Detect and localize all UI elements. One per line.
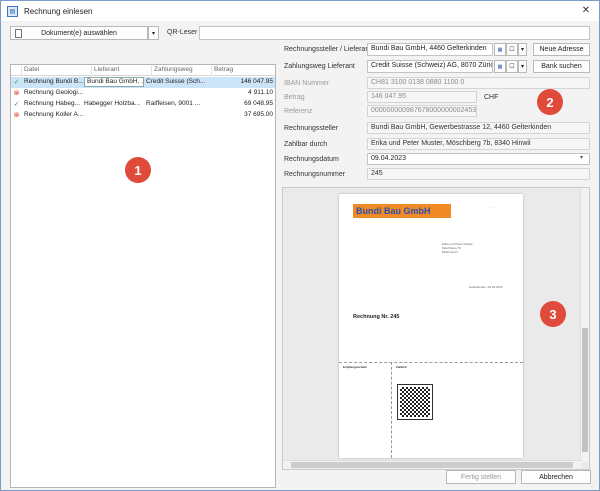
- perforation-line: [339, 362, 523, 363]
- issuer-dropdown[interactable]: ▾: [518, 43, 527, 56]
- qr-icon-button[interactable]: ▦: [494, 43, 506, 56]
- invoice-title: Rechnung Nr. 245: [353, 314, 400, 320]
- finish-button[interactable]: Fertig stellen: [446, 470, 516, 484]
- qr-icon: ▦: [497, 46, 503, 53]
- scroll-thumb[interactable]: [291, 462, 573, 468]
- currency-label: CHF: [484, 94, 499, 101]
- table-row[interactable]: ⊗ Rechnung Geologi... 4 911.10: [11, 88, 275, 99]
- preview-horizontal-scrollbar[interactable]: [283, 460, 582, 469]
- invoice-page: Bundi Bau GmbH · · · · · Erika und Peter…: [339, 194, 523, 458]
- row-amount: 69 048.95: [244, 100, 273, 107]
- callout-badge-2: 2: [537, 89, 563, 115]
- qr-pattern: [400, 387, 430, 417]
- row-supplier: Bundi Bau GmbH, ...: [84, 77, 144, 87]
- select-documents-dropdown[interactable]: ▾: [148, 26, 159, 40]
- company-logo: Bundi Bau GmbH: [353, 204, 451, 218]
- reference-field: 000000000987678000000002453: [367, 105, 477, 117]
- row-amount: 4 911.10: [248, 89, 273, 96]
- select-documents-button[interactable]: Dokument(e) auswählen: [10, 26, 148, 40]
- row-supplier: Habegger Holzba...: [84, 100, 141, 107]
- new-address-button[interactable]: Neue Adresse: [533, 43, 590, 56]
- contact-icon-button[interactable]: ☐: [506, 60, 518, 73]
- reference-label: Referenz: [284, 108, 313, 115]
- row-payment: Credit Suisse (Sch...: [146, 78, 206, 85]
- amount-field: 146 047.95: [367, 91, 477, 103]
- callout-badge-3: 3: [540, 301, 566, 327]
- bank-search-button[interactable]: Bank suchen: [533, 60, 590, 73]
- invoice-file-list: Datei Lieferant Zahlungsweg Betrag ✓ Rec…: [10, 64, 276, 488]
- row-file: Rechnung Bundi B...: [24, 78, 84, 85]
- resize-grip-icon[interactable]: ⋰: [591, 481, 597, 488]
- error-icon: ⊗: [13, 90, 20, 97]
- payment-route-field[interactable]: Credit Suisse (Schweiz) AG, 8070 Zürich: [367, 60, 493, 73]
- invoice-date-line: Gelterkinden, 09.04.2023: [469, 285, 503, 289]
- document-preview[interactable]: Bundi Bau GmbH · · · · · Erika und Peter…: [282, 187, 590, 470]
- list-header: Datei Lieferant Zahlungsweg Betrag: [11, 65, 275, 76]
- select-documents-label: Dokument(e) auswählen: [41, 29, 117, 37]
- iban-label: IBAN Nummer: [284, 80, 330, 87]
- row-payment: Raiffeisen, 9001 ...: [146, 100, 201, 107]
- contact-card-icon: ☐: [509, 47, 515, 53]
- scroll-thumb[interactable]: [582, 328, 588, 452]
- payment-route-dropdown[interactable]: ▾: [518, 60, 527, 73]
- invoice-number-field: 245: [367, 168, 590, 180]
- calendar-dropdown-icon[interactable]: ▾: [580, 154, 583, 161]
- invoice-number-label: Rechnungsnummer: [284, 171, 346, 178]
- chevron-down-icon: ▾: [151, 30, 155, 37]
- title-bar: ▤ Rechnung einlesen ✕: [1, 1, 599, 21]
- payment-route-label: Zahlungsweg Lieferant: [284, 63, 355, 70]
- issuer-address-field: Bundi Bau GmbH, Gewerbestrasse 12, 4460 …: [367, 122, 590, 134]
- issuer-address-label: Rechnungssteller: [284, 125, 339, 132]
- cancel-button[interactable]: Abbrechen: [521, 470, 591, 484]
- swiss-qr-code: [397, 384, 433, 420]
- dialog-window: ▤ Rechnung einlesen ✕ Dokument(e) auswäh…: [0, 0, 600, 491]
- payment-part-heading: Zahlteil: [396, 365, 407, 369]
- error-icon: ⊗: [13, 112, 20, 119]
- receipt-heading: Empfangsschein: [343, 365, 368, 369]
- column-header-payment[interactable]: Zahlungsweg: [152, 66, 212, 76]
- column-header-file[interactable]: Datei: [22, 66, 92, 76]
- row-file: Rechnung Habeg...: [24, 100, 81, 107]
- callout-badge-1: 1: [125, 157, 151, 183]
- row-file: Rechnung Geologi...: [24, 89, 84, 96]
- recipient-line: 8340 Hinwil: [442, 250, 458, 254]
- table-row[interactable]: ✓ Rechnung Bundi B... Bundi Bau GmbH, ..…: [11, 77, 275, 88]
- perforation-line: [391, 362, 392, 458]
- table-row[interactable]: ✓ Rechnung Habeg... Habegger Holzba... R…: [11, 99, 275, 110]
- dialog-content: Dokument(e) auswählen ▾ QR-Leser Datei L…: [1, 21, 599, 490]
- check-icon: ✓: [13, 101, 20, 108]
- payer-label: Zahlbar durch: [284, 141, 328, 148]
- table-row[interactable]: ⊗ Rechnung Koller A... 37 695.00: [11, 110, 275, 121]
- column-header-supplier[interactable]: Lieferant: [92, 66, 152, 76]
- amount-label: Betrag: [284, 94, 305, 101]
- qr-icon: ▦: [497, 63, 503, 70]
- contact-card-icon: ☐: [509, 64, 515, 70]
- document-icon: [15, 29, 22, 38]
- close-button[interactable]: ✕: [579, 4, 593, 18]
- qr-reader-label: QR-Leser: [167, 29, 198, 36]
- contact-icon-button[interactable]: ☐: [506, 43, 518, 56]
- row-file: Rechnung Koller A...: [24, 111, 84, 118]
- issuer-field[interactable]: Bundi Bau GmbH, 4460 Gelterkinden: [367, 43, 493, 56]
- preview-vertical-scrollbar[interactable]: [580, 188, 589, 462]
- status-column-header: [11, 66, 22, 76]
- column-header-amount[interactable]: Betrag: [212, 66, 275, 76]
- sender-address-text: · · · · ·: [489, 205, 498, 209]
- row-amount: 37 695.00: [244, 111, 273, 118]
- chevron-down-icon: ▾: [520, 64, 524, 70]
- qr-icon-button[interactable]: ▦: [494, 60, 506, 73]
- chevron-down-icon: ▾: [520, 47, 524, 53]
- issuer-label: Rechnungssteller / Lieferant: [284, 46, 372, 53]
- payer-field: Erika und Peter Muster, Möschberg 7b, 83…: [367, 138, 590, 150]
- check-icon: ✓: [13, 79, 20, 86]
- qr-reader-input[interactable]: [199, 26, 590, 40]
- iban-field: CH81 3100 0138 0880 1100 0: [367, 77, 590, 89]
- invoice-app-icon: ▤: [7, 5, 18, 17]
- invoice-date-label: Rechnungsdatum: [284, 156, 339, 163]
- row-amount: 146 047.95: [240, 78, 273, 85]
- window-title: Rechnung einlesen: [24, 6, 93, 16]
- invoice-date-field[interactable]: 09.04.2023: [367, 153, 590, 165]
